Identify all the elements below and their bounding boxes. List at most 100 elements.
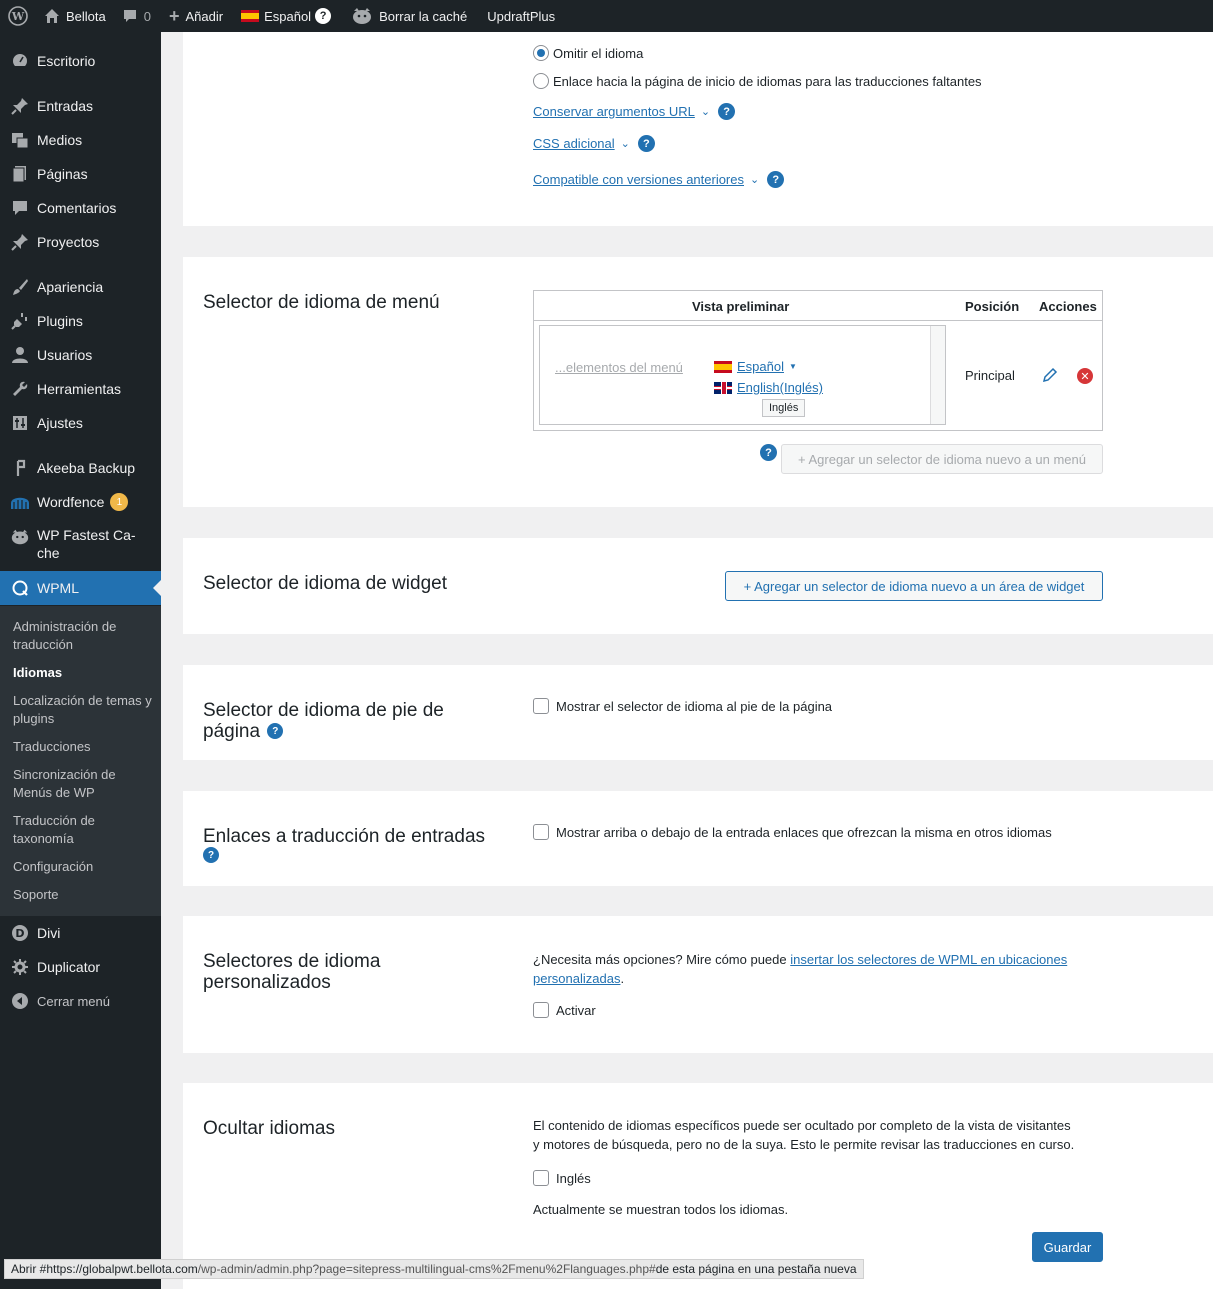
menu-akeeba-backup[interactable]: Akeeba Backup	[0, 458, 161, 478]
add-widget-switcher-button[interactable]: + Agregar un selector de idioma nuevo a …	[725, 571, 1103, 601]
menu-label: Escritorio	[37, 53, 96, 69]
radio-link-home[interactable]: Enlace hacia la página de inicio de idio…	[533, 73, 982, 89]
svg-text:W: W	[11, 10, 25, 23]
custom-locations-link-line2[interactable]: personalizadas	[533, 971, 620, 986]
delete-icon[interactable]: ✕	[1077, 368, 1093, 384]
help-icon[interactable]: ?	[637, 135, 655, 152]
cheetah-icon	[351, 7, 373, 25]
column-header-position: Posición	[965, 299, 1020, 314]
current-indicator	[153, 580, 161, 596]
edit-pencil-icon[interactable]	[1042, 367, 1058, 386]
menu-label: Apariencia	[37, 279, 104, 295]
menu-comments[interactable]: Comentarios	[0, 198, 161, 218]
menu-users[interactable]: Usuarios	[0, 345, 161, 365]
menu-projects[interactable]: Proyectos	[0, 232, 161, 252]
hide-english-checkbox[interactable]	[533, 1170, 549, 1186]
menu-settings[interactable]: Ajustes	[0, 413, 161, 433]
updraftplus-menu[interactable]: UpdraftPlus	[477, 0, 565, 32]
comments-menu[interactable]: 0	[116, 0, 159, 32]
help-icon[interactable]: ?	[718, 103, 736, 120]
post-links-checkbox[interactable]	[533, 824, 549, 840]
section-title: Ocultar idiomas	[203, 1118, 335, 1139]
custom-locations-link-line1[interactable]: insertar los selectores de WPML en ubica…	[790, 952, 1067, 967]
submenu-menu-sync[interactable]: Sincronización de Menús de WP	[13, 766, 153, 802]
wpml-icon	[10, 578, 30, 598]
submenu-theme-plugin-localization[interactable]: Localización de temas y plugins	[13, 692, 153, 728]
wp-logo-menu[interactable]: W	[0, 0, 36, 32]
widget-language-switcher-panel: Selector de idioma de widget + Agregar u…	[183, 538, 1213, 634]
uk-flag-icon	[714, 381, 732, 394]
menu-tools[interactable]: Herramientas	[0, 379, 161, 399]
site-name: Bellota	[66, 8, 106, 24]
menu-wpml[interactable]: WPML	[0, 571, 161, 605]
radio-skip-language[interactable]: Omitir el idioma	[533, 45, 643, 61]
description-end: .	[620, 971, 625, 986]
footer-switcher-checkbox[interactable]	[533, 698, 549, 714]
menu-pages[interactable]: Páginas	[0, 164, 161, 184]
section-title: Selector de idioma de widget	[203, 573, 447, 594]
chevron-down-icon[interactable]: ⌄	[750, 173, 759, 186]
submenu-taxonomy-translation[interactable]: Traducción de taxonomía	[13, 812, 153, 848]
section-title-line1: Selectores de idioma	[203, 951, 381, 972]
help-icon[interactable]: ?	[315, 8, 332, 24]
menu-appearance[interactable]: Apariencia	[0, 277, 161, 297]
help-icon[interactable]: ?	[267, 723, 284, 739]
post-links-option[interactable]: Mostrar arriba o debajo de la entrada en…	[533, 824, 1052, 840]
help-icon[interactable]: ?	[760, 444, 777, 461]
menu-posts[interactable]: Entradas	[0, 96, 161, 116]
submenu-support[interactable]: Soporte	[13, 886, 153, 904]
preserve-url-link[interactable]: Conservar argumentos URL	[533, 104, 695, 119]
backwards-compat-toggle[interactable]: Compatible con versiones anteriores ⌄ ?	[533, 171, 785, 188]
language-switcher-menu[interactable]: Español ?	[233, 0, 341, 32]
radio-button[interactable]	[533, 73, 549, 89]
help-icon[interactable]: ?	[203, 847, 219, 863]
chevron-down-icon[interactable]: ⌄	[701, 105, 710, 118]
preview-current-language[interactable]: Español ▼	[714, 359, 797, 374]
menu-plugins[interactable]: Plugins	[0, 311, 161, 331]
menu-duplicator[interactable]: Duplicator	[0, 957, 161, 977]
backwards-compat-link[interactable]: Compatible con versiones anteriores	[533, 172, 744, 187]
table-divider	[534, 320, 1102, 321]
radio-label: Omitir el idioma	[553, 45, 644, 61]
section-title-line2: personalizados	[203, 972, 331, 993]
custom-switcher-enable-option[interactable]: Activar	[533, 1002, 596, 1018]
plus-icon: +	[168, 5, 180, 26]
radio-button[interactable]	[533, 45, 549, 61]
additional-css-toggle[interactable]: CSS adicional ⌄ ?	[533, 135, 655, 152]
menu-divi[interactable]: D Divi	[0, 923, 161, 943]
new-content-menu[interactable]: + Añadir	[159, 0, 233, 32]
submenu-settings[interactable]: Configuración	[13, 858, 153, 876]
other-language-link[interactable]: English(Inglés)	[737, 380, 823, 395]
add-menu-switcher-button[interactable]: + Agregar un selector de idioma nuevo a …	[781, 444, 1103, 474]
menu-wordfence[interactable]: Wordfence 1	[0, 492, 161, 512]
help-icon[interactable]: ?	[767, 171, 785, 188]
menu-label: Wordfence	[37, 494, 105, 510]
clear-cache-menu[interactable]: Borrar la caché	[341, 0, 477, 32]
additional-css-link[interactable]: CSS adicional	[533, 136, 615, 151]
menu-dashboard[interactable]: Escritorio	[0, 51, 161, 71]
pages-icon	[10, 164, 30, 184]
current-language-link[interactable]: Español	[737, 359, 784, 374]
wordpress-icon: W	[8, 6, 28, 26]
footer-switcher-option[interactable]: Mostrar el selector de idioma al pie de …	[533, 698, 832, 714]
submenu-translations[interactable]: Traducciones	[13, 738, 153, 756]
hide-english-option[interactable]: Inglés	[533, 1170, 591, 1186]
preview-scrollbar[interactable]	[930, 326, 945, 424]
menu-wp-fastest-cache[interactable]: WP Fastest Ca- che	[0, 526, 161, 562]
caret-down-icon: ▼	[788, 362, 797, 371]
save-button[interactable]: Guardar	[1032, 1232, 1103, 1262]
section-title-line2: página	[203, 721, 261, 742]
preserve-url-args-toggle[interactable]: Conservar argumentos URL ⌄ ?	[533, 103, 736, 120]
spain-flag-icon	[714, 360, 732, 373]
submenu-translation-management[interactable]: Administración de traducción	[13, 618, 153, 654]
submenu-languages[interactable]: Idiomas	[13, 664, 153, 682]
site-name-menu[interactable]: Bellota	[36, 0, 116, 32]
enable-checkbox[interactable]	[533, 1002, 549, 1018]
collapse-menu-button[interactable]: Cerrar menú	[0, 991, 161, 1011]
preview-other-language[interactable]: English(Inglés)	[714, 380, 823, 395]
menu-label: Duplicator	[37, 959, 101, 975]
chevron-down-icon[interactable]: ⌄	[621, 137, 630, 150]
custom-switcher-description: ¿Necesita más opciones? Mire cómo puede …	[533, 950, 1103, 988]
menu-media[interactable]: Medios	[0, 130, 161, 150]
wordfence-icon	[10, 492, 30, 512]
